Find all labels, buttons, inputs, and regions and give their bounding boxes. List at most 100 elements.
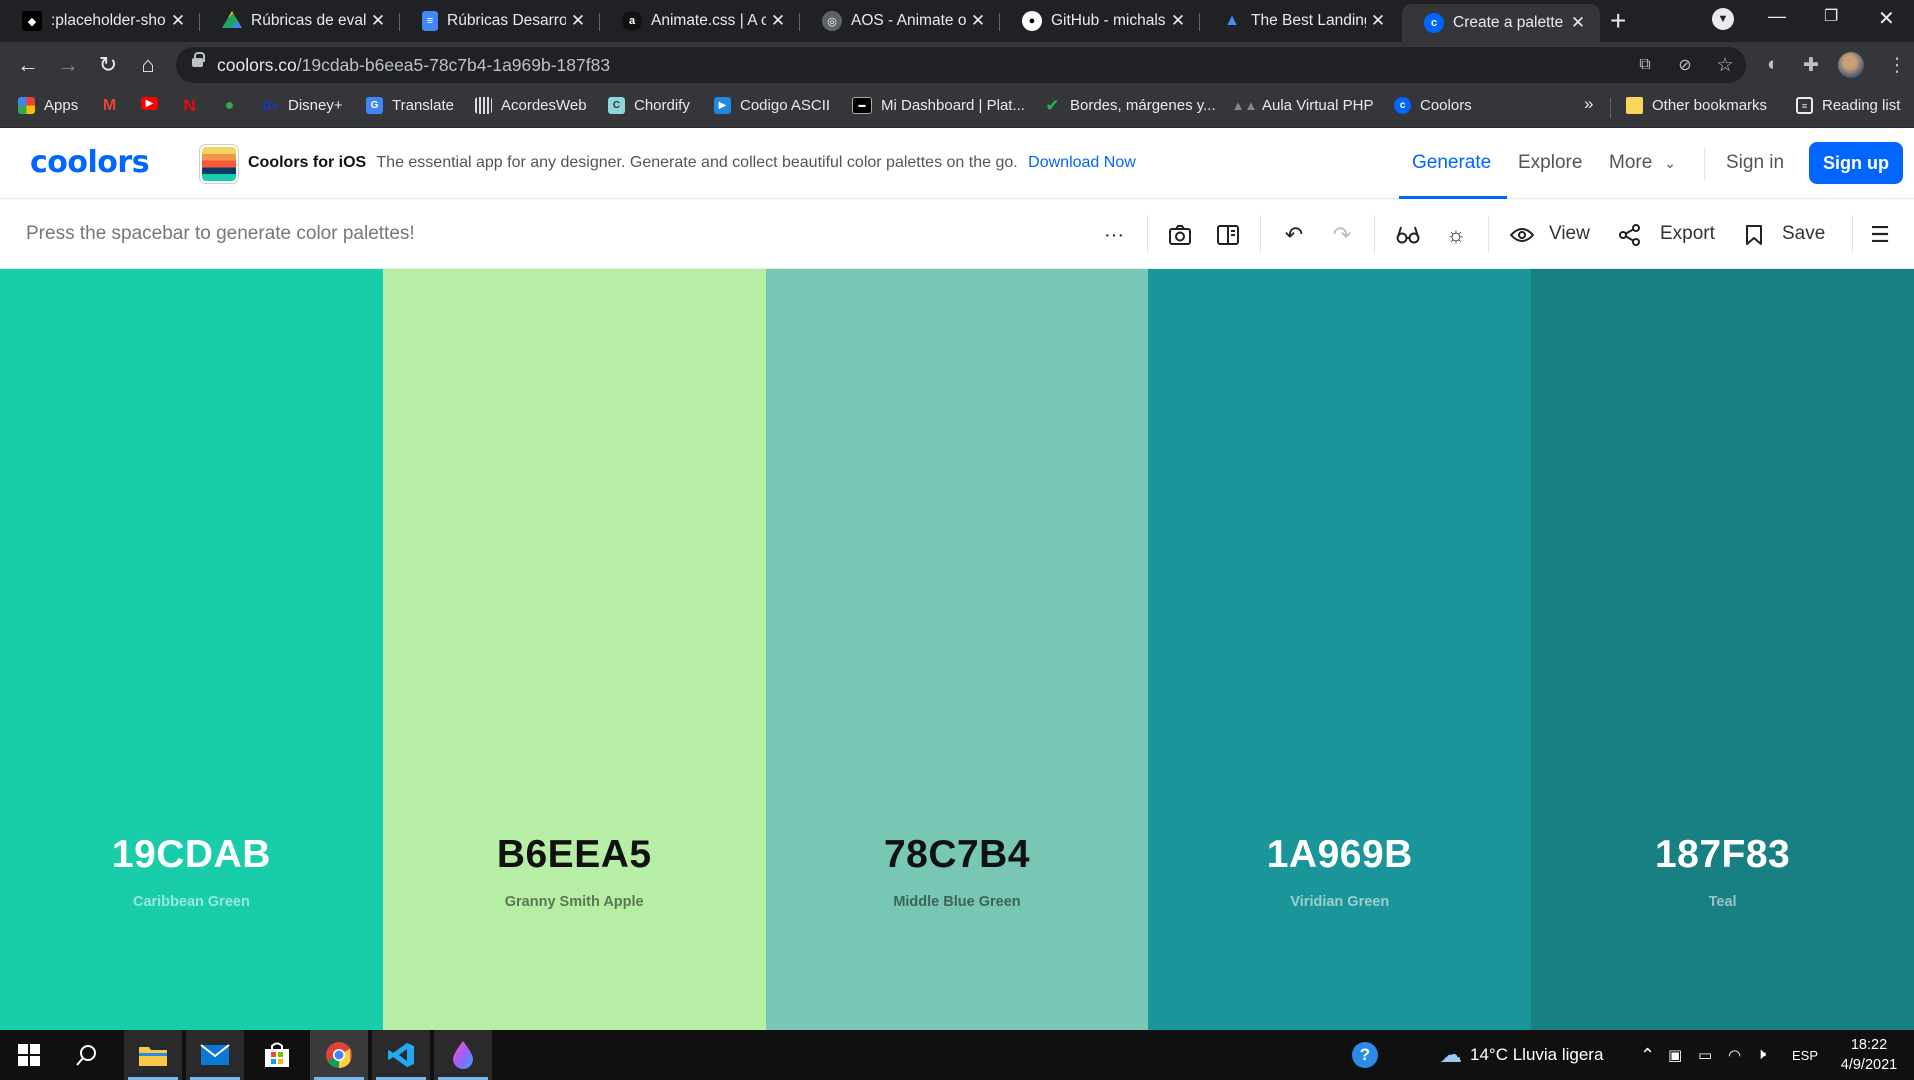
bookmark-apps[interactable]: Apps [18, 97, 78, 114]
sign-up-button[interactable]: Sign up [1809, 142, 1903, 184]
bookmark-codigo-ascii[interactable]: ▶ Codigo ASCII [714, 97, 830, 114]
close-tab-icon[interactable]: ✕ [1166, 11, 1190, 31]
share-icon[interactable] [1616, 221, 1644, 249]
close-tab-icon[interactable]: ✕ [766, 11, 790, 31]
vscode-icon[interactable] [372, 1030, 430, 1080]
browser-tab-active[interactable]: c Create a palette - Coolors ✕ [1402, 4, 1600, 42]
bookmark-translate[interactable]: G Translate [366, 97, 454, 114]
bookmark-disney[interactable]: D+ Disney+ [262, 97, 343, 114]
close-tab-icon[interactable]: ✕ [566, 11, 590, 31]
eye-icon[interactable] [1508, 221, 1536, 249]
close-tab-icon[interactable]: ✕ [366, 11, 390, 31]
close-tab-icon[interactable]: ✕ [1566, 13, 1590, 33]
swatch-hex[interactable]: 78C7B4 [766, 833, 1149, 877]
side-panel-icon[interactable] [1214, 221, 1242, 249]
browser-tab[interactable]: ◎ AOS - Animate on scroll ✕ [800, 4, 1000, 38]
color-swatch[interactable]: 78C7B4 Middle Blue Green [765, 269, 1149, 1030]
browser-tab[interactable]: Rúbricas de evaluación ✕ [200, 4, 400, 38]
meet-now-icon[interactable]: ▣ [1668, 1030, 1682, 1080]
swatch-hex[interactable]: B6EEA5 [383, 833, 766, 877]
forward-arrow-icon[interactable]: → [54, 51, 82, 79]
nav-explore[interactable]: Explore [1518, 152, 1582, 174]
promo-text: The essential app for any designer. Gene… [376, 154, 1018, 171]
more-options-icon[interactable]: ··· [1100, 221, 1128, 249]
download-now-link[interactable]: Download Now [1028, 154, 1136, 171]
tab-search-icon[interactable]: ▼ [1712, 8, 1734, 30]
browser-tab[interactable]: a Animate.css | A cross ✕ [600, 4, 800, 38]
close-tab-icon[interactable]: ✕ [166, 11, 190, 31]
input-language[interactable]: ESP [1792, 1030, 1818, 1080]
animate-css-icon: a [622, 11, 642, 31]
battery-icon[interactable]: ▭ [1698, 1030, 1712, 1080]
bookmark-dashboard[interactable]: ▬ Mi Dashboard | Plat... [852, 97, 1025, 114]
help-icon[interactable]: ? [1352, 1030, 1378, 1080]
nav-generate[interactable]: Generate [1412, 152, 1491, 174]
reading-list[interactable]: ≡ Reading list [1796, 97, 1900, 114]
hamburger-menu-icon[interactable]: ☰ [1866, 221, 1894, 249]
restore-icon[interactable]: ❐ [1824, 6, 1838, 26]
taskbar-clock[interactable]: 18:22 4/9/2021 [1826, 1035, 1912, 1075]
color-swatch[interactable]: 187F83 Teal [1531, 269, 1914, 1030]
chrome-taskbar-icon[interactable] [310, 1030, 368, 1080]
glasses-icon[interactable] [1394, 221, 1422, 249]
back-arrow-icon[interactable]: ← [14, 51, 42, 79]
redo-icon[interactable]: ↷ [1328, 221, 1356, 249]
bookmark-gmail[interactable]: M [101, 97, 127, 114]
chrome-menu-icon[interactable]: ⋮ [1884, 52, 1910, 78]
volume-icon[interactable]: 🕨 [1756, 1030, 1766, 1080]
file-explorer-icon[interactable] [124, 1030, 182, 1080]
bookmark-acordesweb[interactable]: AcordesWeb [475, 97, 587, 114]
bookmark-icon[interactable] [1740, 221, 1768, 249]
home-icon[interactable]: ⌂ [134, 51, 162, 79]
color-swatch[interactable]: 1A969B Viridian Green [1148, 269, 1532, 1030]
reload-icon[interactable]: ↻ [94, 51, 122, 79]
other-bookmarks[interactable]: Other bookmarks [1626, 97, 1767, 114]
bookmark-chordify[interactable]: C Chordify [608, 97, 690, 114]
bookmark-netflix[interactable]: N [181, 96, 207, 115]
bookmark-star-icon[interactable]: ☆ [1712, 52, 1738, 78]
color-drop-app-icon[interactable] [434, 1030, 492, 1080]
color-swatch[interactable]: 19CDAB Caribbean Green [0, 269, 383, 1030]
export-button[interactable]: Export [1660, 223, 1715, 245]
new-tab-icon[interactable]: + [1610, 6, 1626, 36]
nav-more[interactable]: More ⌄ [1609, 152, 1676, 174]
bookmark-coolors[interactable]: c Coolors [1394, 97, 1472, 114]
microsoft-store-icon[interactable] [248, 1030, 306, 1080]
close-window-icon[interactable]: ✕ [1878, 6, 1895, 31]
coolors-logo[interactable]: coolors [30, 145, 150, 180]
search-icon[interactable] [58, 1030, 116, 1080]
color-swatch[interactable]: B6EEA5 Granny Smith Apple [382, 269, 766, 1030]
address-bar[interactable]: coolors.co/19cdab-b6eea5-78c7b4-1a969b-1… [176, 47, 1746, 83]
bookmark-maps[interactable]: ● [221, 97, 247, 114]
view-button[interactable]: View [1549, 223, 1590, 245]
more-bookmarks-chevron[interactable]: » [1584, 94, 1593, 114]
close-tab-icon[interactable]: ✕ [966, 11, 990, 31]
camera-icon[interactable] [1166, 221, 1194, 249]
wifi-icon[interactable]: ◠ [1728, 1030, 1741, 1080]
bookmark-youtube[interactable]: ▶ [141, 97, 167, 110]
close-tab-icon[interactable]: ✕ [1366, 11, 1390, 31]
browser-tab[interactable]: ≡ Rúbricas Desarrollo ✕ [400, 4, 600, 38]
profile-avatar[interactable] [1838, 52, 1864, 78]
swatch-hex[interactable]: 1A969B [1148, 833, 1531, 877]
browser-tab[interactable]: ◆ :placeholder-shown ✕ [0, 4, 200, 38]
bookmark-aula-virtual[interactable]: ▲▲ Aula Virtual PHP [1232, 97, 1374, 114]
extensions-puzzle-icon[interactable]: ✚ [1798, 52, 1824, 78]
sign-in-link[interactable]: Sign in [1726, 152, 1784, 174]
swatch-hex[interactable]: 187F83 [1531, 833, 1914, 877]
eye-slash-icon[interactable]: ⊘ [1672, 52, 1698, 78]
browser-tab[interactable]: ● GitHub - michalsnik ✕ [1000, 4, 1200, 38]
brightness-icon[interactable]: ☼ [1442, 221, 1470, 249]
swatch-hex[interactable]: 19CDAB [0, 833, 383, 877]
undo-icon[interactable]: ↶ [1280, 221, 1308, 249]
minimize-icon[interactable]: — [1768, 6, 1786, 27]
bookmark-bordes[interactable]: ✔ Bordes, márgenes y... [1044, 96, 1215, 115]
save-button[interactable]: Save [1782, 223, 1825, 245]
translate-page-icon[interactable]: ⧉ [1632, 52, 1658, 78]
weather-widget[interactable]: ☁ 14°C Lluvia ligera [1440, 1030, 1603, 1080]
windows-start-icon[interactable] [0, 1030, 58, 1080]
browser-tab[interactable]: ▲ The Best Landing Page ✕ [1200, 4, 1400, 38]
show-hidden-icons-chevron[interactable]: ⌃ [1640, 1030, 1655, 1080]
extension-circle-icon[interactable]: ◐ [1760, 52, 1786, 78]
mail-icon[interactable] [186, 1030, 244, 1080]
